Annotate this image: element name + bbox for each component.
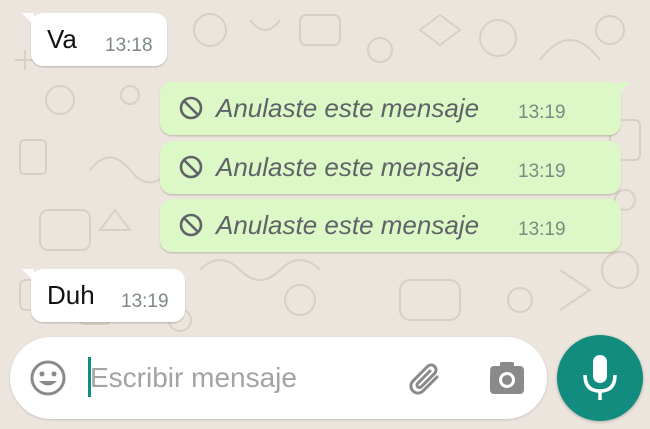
message-time: 13:19 bbox=[518, 219, 566, 240]
deleted-message-text: Anulaste este mensaje bbox=[216, 210, 480, 240]
message-text: Duh bbox=[47, 280, 95, 310]
ban-icon bbox=[179, 96, 203, 120]
xataka-logo bbox=[451, 349, 491, 384]
deleted-message-text: Anulaste este mensaje bbox=[216, 152, 480, 182]
message-time: 13:19 bbox=[121, 291, 169, 312]
message-text: Va bbox=[47, 24, 77, 54]
bubble-tail bbox=[22, 269, 34, 281]
message-time: 13:19 bbox=[518, 102, 566, 123]
message-bubble-incoming[interactable]: Duh 13:19 bbox=[22, 269, 185, 322]
bubble-tail bbox=[618, 82, 630, 94]
bubble-tail bbox=[22, 13, 34, 25]
message-bubble-outgoing-deleted[interactable]: Anulaste este mensaje 13:19 bbox=[160, 141, 621, 194]
attach-icon[interactable] bbox=[405, 357, 447, 399]
message-bubble-outgoing-deleted[interactable]: Anulaste este mensaje 13:19 bbox=[160, 82, 630, 135]
ban-icon bbox=[179, 213, 203, 237]
message-input-placeholder[interactable]: Escribir mensaje bbox=[90, 362, 297, 394]
message-bubble-outgoing-deleted[interactable]: Anulaste este mensaje 13:19 bbox=[160, 199, 621, 252]
ban-icon bbox=[179, 155, 203, 179]
message-time: 13:19 bbox=[518, 161, 566, 182]
message-time: 13:18 bbox=[105, 35, 153, 56]
deleted-message-text: Anulaste este mensaje bbox=[216, 93, 480, 123]
emoji-icon[interactable] bbox=[28, 358, 68, 398]
message-bubble-incoming[interactable]: Va 13:18 bbox=[22, 13, 167, 66]
